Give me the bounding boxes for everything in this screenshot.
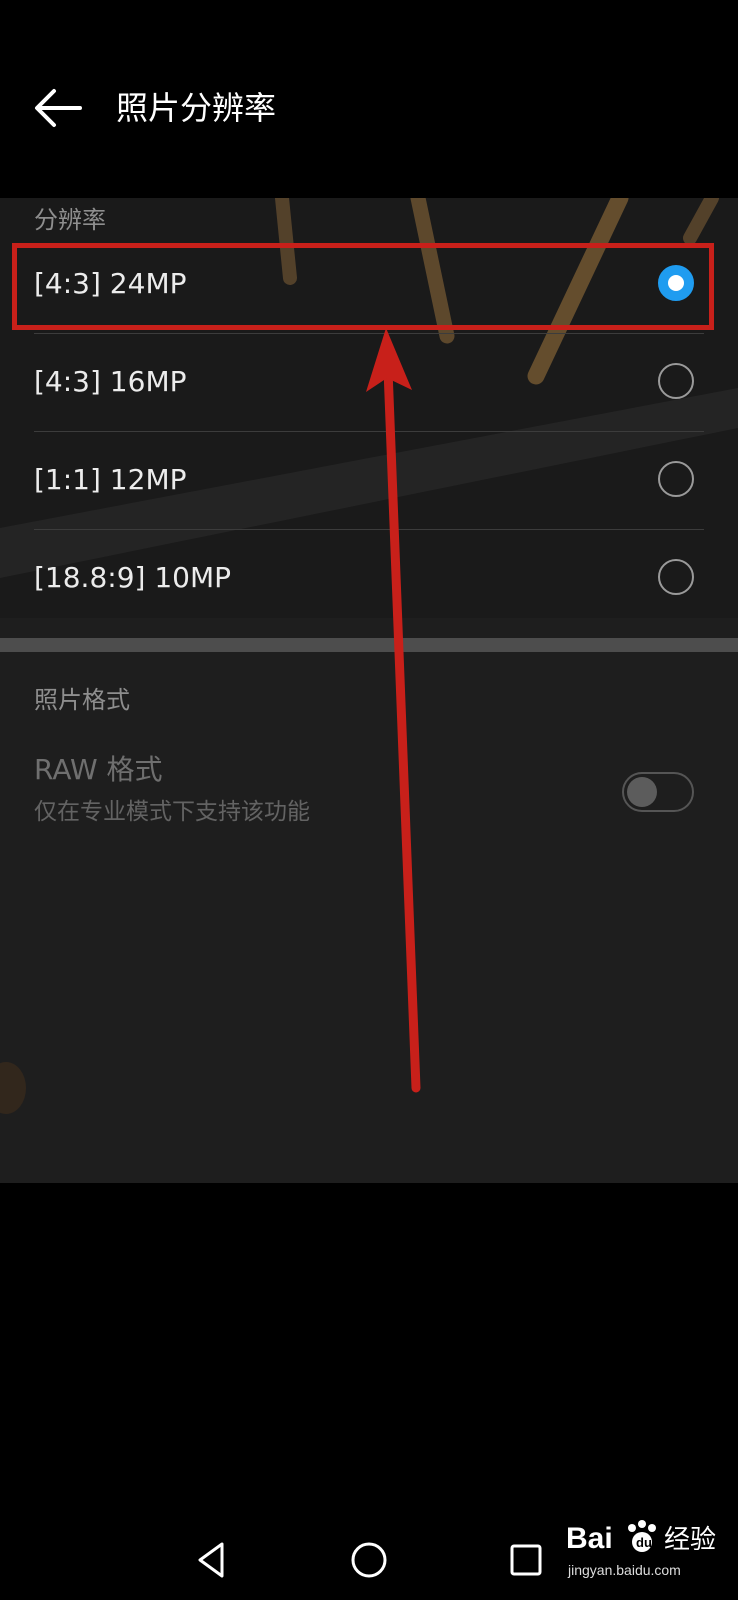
- nav-home-circle-icon[interactable]: [345, 1536, 393, 1584]
- resolution-option-label: [4:3] 16MP: [34, 365, 187, 398]
- resolution-option-12mp[interactable]: [1:1] 12MP: [0, 432, 738, 530]
- resolution-section-label: 分辨率: [34, 206, 106, 234]
- resolution-option-24mp[interactable]: [4:3] 24MP: [0, 236, 738, 334]
- page-title: 照片分辨率: [116, 89, 277, 127]
- svg-text:Bai: Bai: [566, 1522, 613, 1555]
- resolution-option-10mp[interactable]: [18.8:9] 10MP: [0, 530, 738, 628]
- resolution-option-16mp[interactable]: [4:3] 16MP: [0, 334, 738, 432]
- format-section-label: 照片格式: [34, 686, 130, 714]
- nav-back-triangle-icon[interactable]: [188, 1536, 236, 1584]
- toggle-knob: [627, 777, 657, 807]
- baidu-jingyan-logo: Bai du 经验: [566, 1520, 716, 1555]
- raw-format-title: RAW 格式: [34, 753, 163, 786]
- nav-recents-square-icon[interactable]: [502, 1536, 550, 1584]
- svg-text:经验: 经验: [664, 1525, 716, 1555]
- raw-format-description: 仅在专业模式下支持该功能: [34, 799, 310, 825]
- baidu-jingyan-watermark: Bai du 经验 jingyan.baidu.com: [566, 1512, 732, 1582]
- resolution-option-label: [4:3] 24MP: [34, 267, 187, 300]
- radio-checked-icon[interactable]: [658, 265, 694, 301]
- raw-format-row: RAW 格式 仅在专业模式下支持该功能: [0, 748, 738, 838]
- back-arrow-icon[interactable]: [30, 80, 86, 136]
- raw-format-toggle[interactable]: [622, 772, 694, 812]
- app-header: 照片分辨率: [0, 0, 738, 198]
- radio-unchecked-icon[interactable]: [658, 363, 694, 399]
- watermark-url: jingyan.baidu.com: [568, 1562, 681, 1578]
- radio-unchecked-icon[interactable]: [658, 461, 694, 497]
- resolution-option-label: [1:1] 12MP: [34, 463, 187, 496]
- section-separator: [0, 638, 738, 652]
- radio-unchecked-icon[interactable]: [658, 559, 694, 595]
- svg-text:du: du: [636, 1535, 652, 1550]
- settings-panel: 分辨率 [4:3] 24MP [4:3] 16MP [1:1] 12MP [18…: [0, 198, 738, 1183]
- resolution-option-label: [18.8:9] 10MP: [34, 561, 232, 594]
